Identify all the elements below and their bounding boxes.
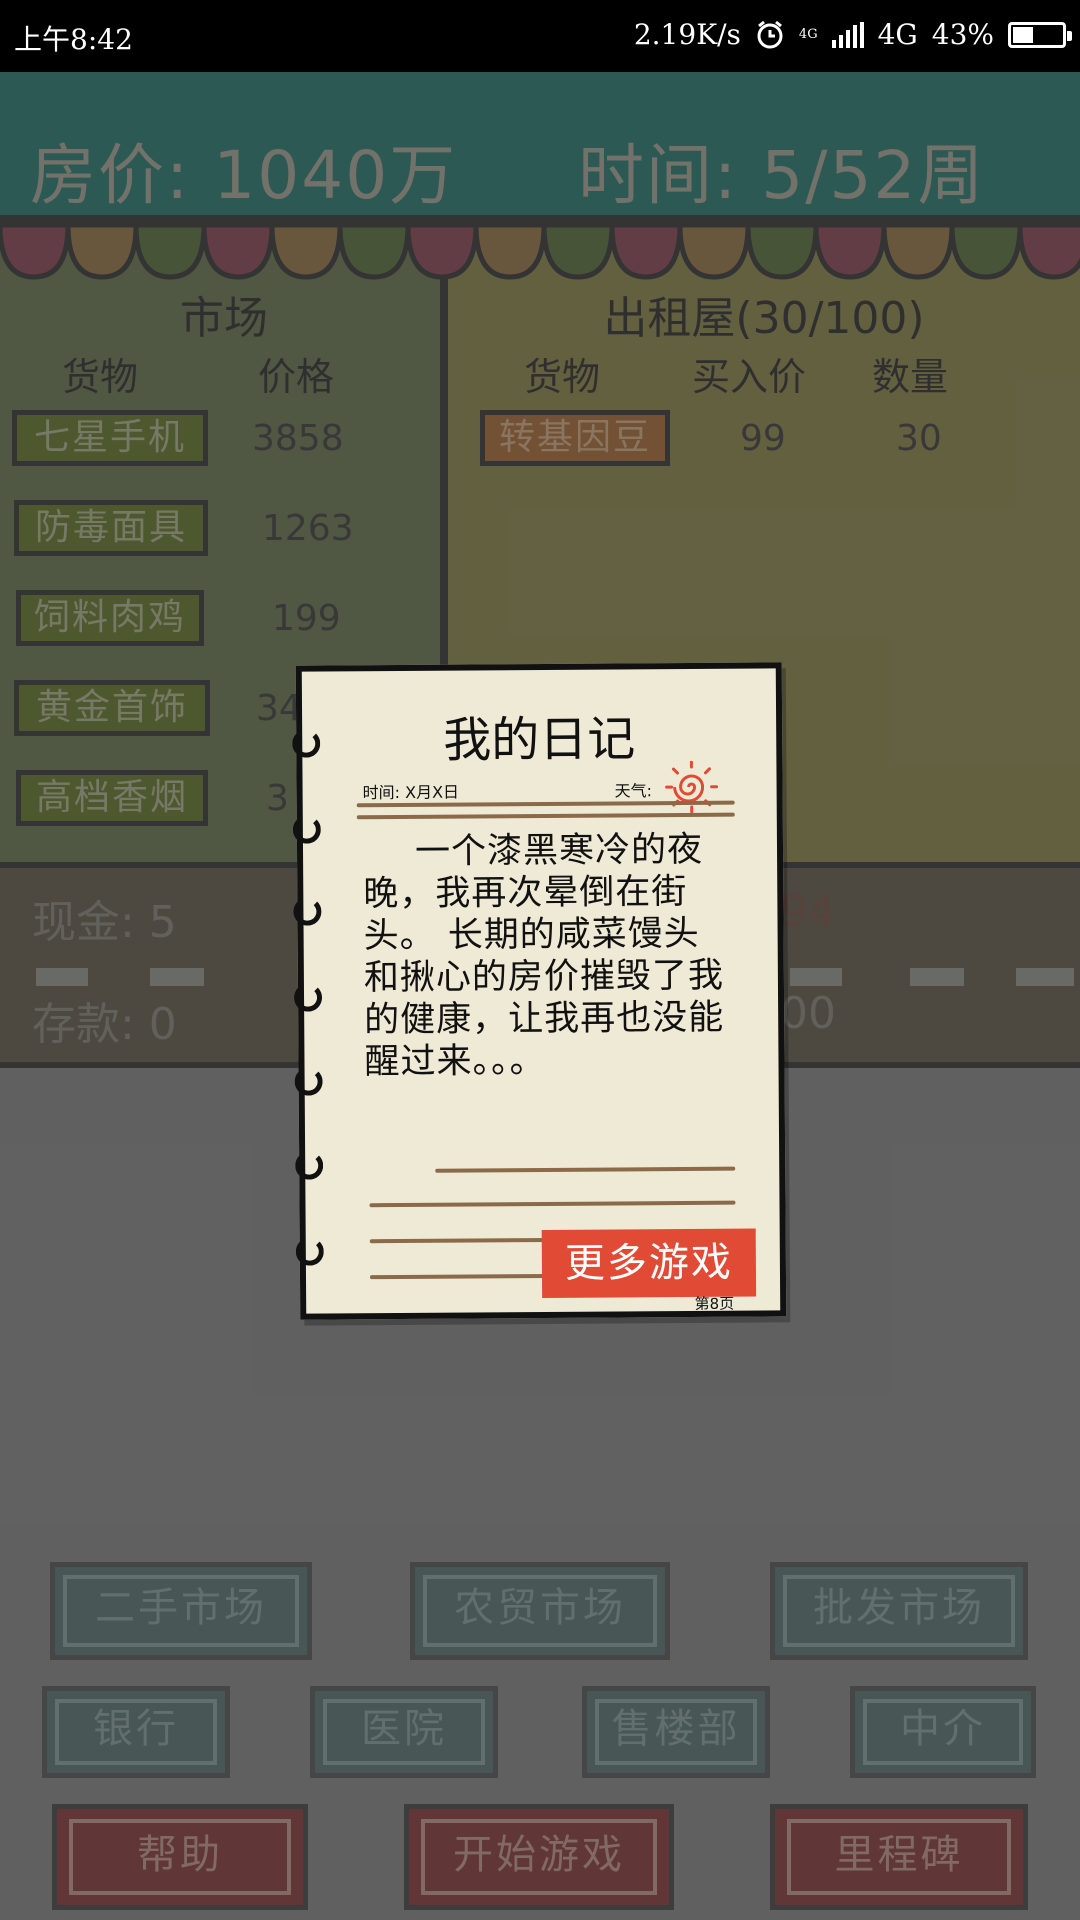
diary-text: 一个漆黑寒冷的夜晚，我再次晕倒在街头。 长期的咸菜馒头和揪心的房价摧毁了我的健康… xyxy=(363,829,725,1083)
network-speed: 2.19K/s xyxy=(633,18,741,51)
more-games-button[interactable]: 更多游戏 xyxy=(541,1228,757,1298)
diary-rule xyxy=(435,1166,736,1173)
spiral-ring-icon xyxy=(292,815,321,844)
diary-date: 时间: X月X日 xyxy=(362,782,460,803)
alarm-icon xyxy=(757,20,783,48)
diary-weather-label: 天气: xyxy=(614,781,653,801)
status-right: 2.19K/s 4G 4G 43% xyxy=(633,18,1072,51)
diary-rule xyxy=(356,812,735,820)
spiral-ring-icon xyxy=(293,983,323,1012)
diary-rule xyxy=(369,1200,736,1208)
spiral-ring-icon xyxy=(293,897,322,926)
network-small-label: 4G xyxy=(798,27,818,42)
page-number: 第8页 xyxy=(694,1294,735,1313)
signal-icon xyxy=(831,21,864,48)
spiral-ring-icon xyxy=(295,1151,324,1180)
battery-icon xyxy=(1008,21,1072,48)
spiral-ring-icon xyxy=(295,1237,324,1266)
battery-percent: 43% xyxy=(931,18,994,51)
status-bar: 上午8:42 2.19K/s 4G 4G 43% xyxy=(0,0,1080,72)
sun-icon xyxy=(665,760,719,814)
diary-rule xyxy=(369,1273,551,1280)
spiral-ring-icon xyxy=(294,1067,323,1096)
status-time: 上午8:42 xyxy=(14,23,133,56)
diary-dialog: 我的日记 时间: X月X日 天气: 一个漆黑寒冷的夜晚，我再次晕倒在街头。 长期… xyxy=(292,662,787,1320)
diary-rule xyxy=(369,1237,550,1244)
network-type: 4G xyxy=(877,18,918,51)
